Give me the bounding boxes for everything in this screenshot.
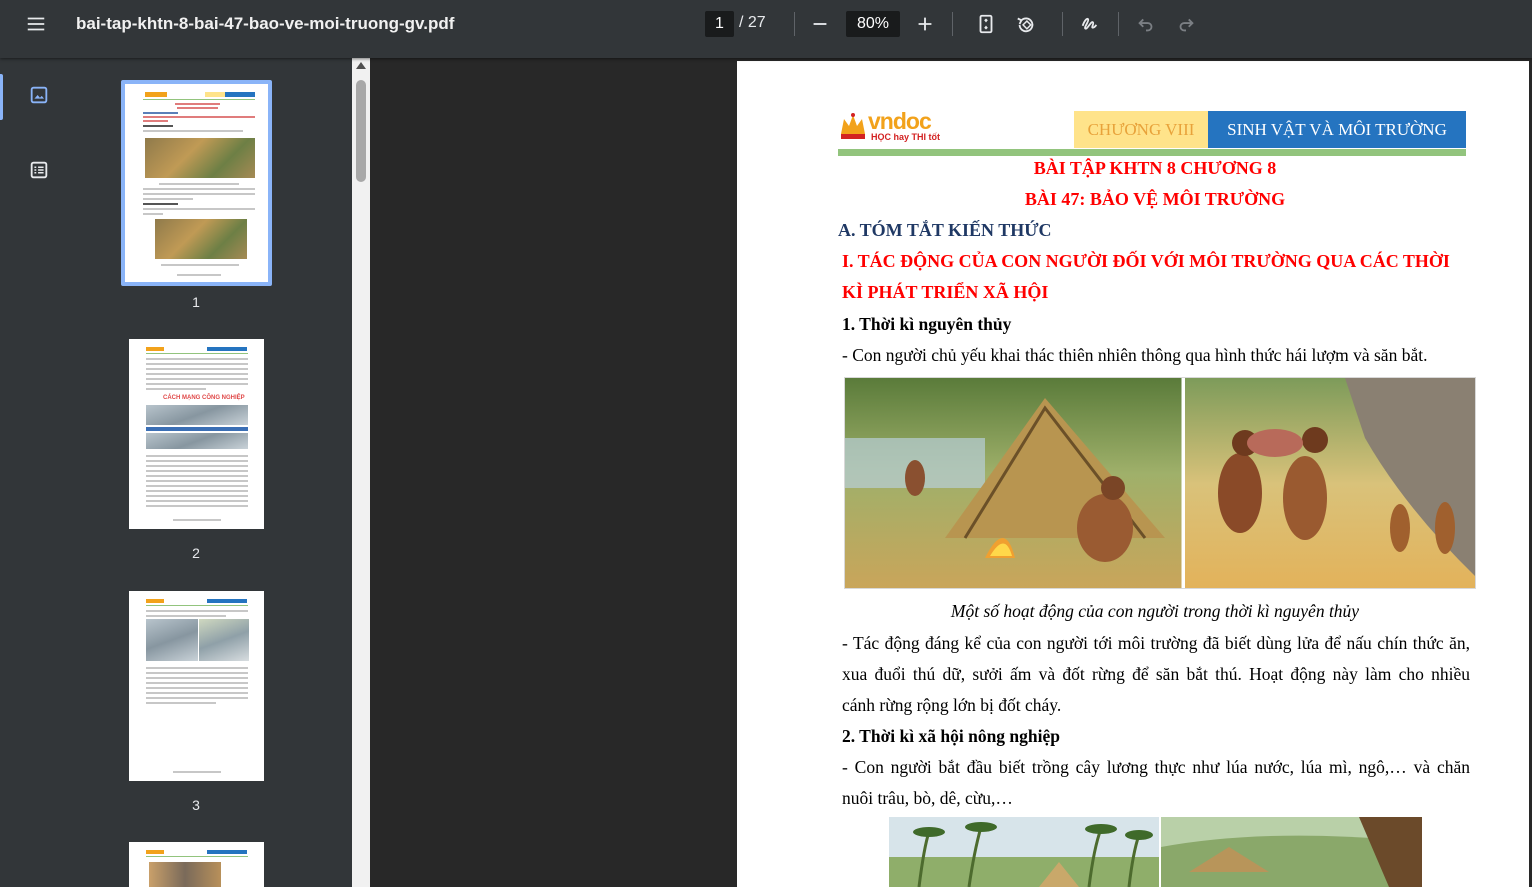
subheading-2: 2. Thời kì xã hội nông nghiệp [842,726,1060,746]
thumbnail-heading: CÁCH MẠNG CÔNG NGHIỆP [163,395,245,401]
section-a-heading: A. TÓM TẮT KIẾN THỨC [838,220,1052,240]
illustration-caption: Một số hoạt động của con người trong thờ… [950,601,1360,621]
paragraph-1: - Con người chủ yếu khai thác thiên nhiê… [842,345,1428,365]
section-i-heading: I. TÁC ĐỘNG CỦA CON NGƯỜI ĐỐI VỚI MÔI TR… [842,251,1450,271]
thumbnail-page-3[interactable] [129,591,264,781]
thumbnail-page-1[interactable] [125,84,268,282]
thumbnail-page-4[interactable] [129,842,264,887]
sidebar-scrollbar[interactable] [352,58,370,887]
redo-icon[interactable] [1168,6,1204,42]
paragraph-3-line-2: nuôi trâu, bò, dê, cừu,… [842,788,1013,808]
active-tab-indicator [0,74,3,120]
header-rule [838,149,1466,156]
doc-title-1: BÀI TẬP KHTN 8 CHƯƠNG 8 [1033,158,1277,178]
zoom-out-button[interactable] [802,6,838,42]
toolbar-divider [952,12,953,36]
chapter-label: CHƯƠNG VIII [1074,111,1208,148]
thumbnail-label: 3 [192,797,200,813]
rotate-icon[interactable] [1008,6,1044,42]
pdf-page: vndoc HỌC hay THI tốt CHƯƠNG VIII SINH V… [737,61,1529,887]
paragraph-3-line-1: - Con người bắt đầu biết trồng cây lương… [842,757,1470,777]
toolbar: bai-tap-khtn-8-bai-47-bao-ve-moi-truong-… [0,0,1532,58]
list-icon [30,161,48,179]
crown-icon [841,113,865,139]
paragraph-2-line-1: - Tác động đáng kể của con người tới môi… [842,633,1470,653]
annotate-pen-icon[interactable] [1072,6,1108,42]
paragraph-2-line-2: xua đuổi thú dữ, sưởi ấm và đốt rừng để … [842,664,1470,684]
page-total: / 27 [739,14,766,31]
zoom-input[interactable]: 80% [846,11,900,37]
fit-page-icon[interactable] [968,6,1004,42]
paragraph-2-line-3: cánh rừng rộng lớn bị đốt cháy. [842,695,1062,715]
zoom-in-button[interactable] [907,6,943,42]
vndoc-logo: vndoc HỌC hay THI tốt [838,108,942,142]
agricultural-era-illustration [889,817,1422,887]
toolbar-divider [1118,12,1119,36]
document-viewer: vndoc HỌC hay THI tốt CHƯƠNG VIII SINH V… [370,58,1532,887]
page-number-input[interactable]: 1 [705,11,734,37]
scroll-up-arrow-icon[interactable] [356,62,366,69]
file-name: bai-tap-khtn-8-bai-47-bao-ve-moi-truong-… [76,14,455,33]
pdf-viewer-app: bai-tap-khtn-8-bai-47-bao-ve-moi-truong-… [0,0,1532,887]
section-i-heading-cont: KÌ PHÁT TRIỂN XÃ HỘI [842,282,1049,302]
thumbnail-page-2[interactable]: CÁCH MẠNG CÔNG NGHIỆP [129,339,264,529]
chapter-title: SINH VẬT VÀ MÔI TRƯỜNG [1208,111,1466,148]
menu-icon[interactable] [18,6,54,42]
image-icon [30,86,48,104]
subheading-1: 1. Thời kì nguyên thủy [842,314,1012,334]
toolbar-divider [1062,12,1063,36]
primitive-era-illustration [844,377,1476,589]
thumbnails-tab[interactable] [20,76,58,114]
doc-title-2: BÀI 47: BẢO VỆ MÔI TRƯỜNG [1024,189,1286,209]
outline-tab[interactable] [20,151,58,189]
thumbnail-sidebar: 1 CÁCH MẠNG CÔNG NGHIỆP 2 3 [0,58,370,887]
thumbnail-label: 2 [192,545,200,561]
scrollbar-thumb[interactable] [356,80,366,182]
undo-icon[interactable] [1128,6,1164,42]
toolbar-divider [794,12,795,36]
thumbnail-label: 1 [192,294,200,310]
